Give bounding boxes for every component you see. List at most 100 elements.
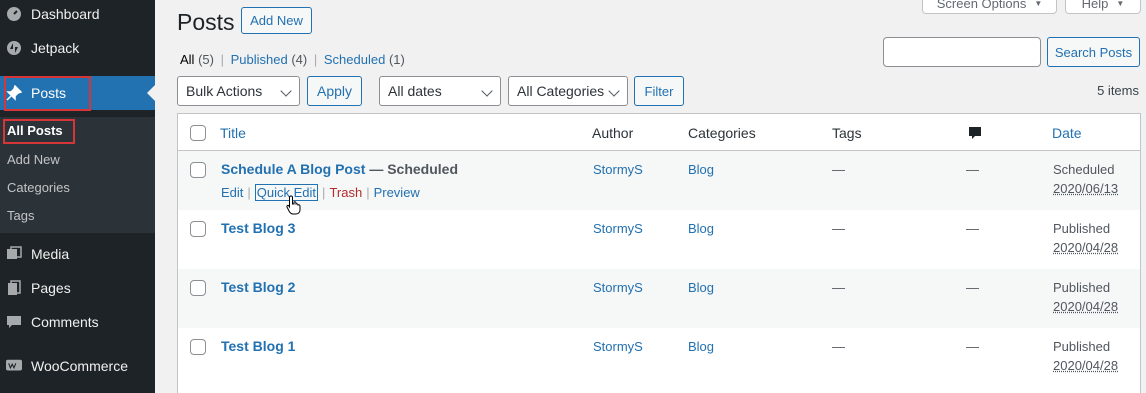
comments-cell: — — [966, 162, 979, 177]
date-value: 2020/04/28 — [1053, 299, 1118, 314]
screen-options-label: Screen Options — [937, 0, 1027, 11]
author-link[interactable]: StormyS — [593, 280, 643, 295]
row-checkbox[interactable] — [190, 162, 206, 178]
admin-sidebar: Dashboard Jetpack Posts All Posts Add Ne… — [0, 0, 155, 393]
tags-cell: — — [832, 280, 845, 295]
caret-down-icon: ▼ — [1034, 0, 1042, 8]
separator: | — [221, 52, 224, 67]
post-title-cell: Test Blog 1 — [221, 338, 295, 354]
row-checkbox[interactable] — [190, 280, 206, 296]
submenu-tags[interactable]: Tags — [7, 208, 34, 223]
post-title-link[interactable]: Test Blog 2 — [221, 279, 295, 295]
separator: | — [247, 185, 250, 200]
sidebar-item-label: Media — [31, 246, 69, 262]
table-row: Test Blog 3 StormyS Blog — — Published 2… — [178, 210, 1140, 269]
highlight-box-all-posts — [3, 119, 75, 144]
separator: | — [322, 185, 325, 200]
search-input[interactable] — [883, 37, 1041, 67]
comments-cell: — — [966, 339, 979, 354]
tags-cell: — — [832, 339, 845, 354]
sidebar-item-pages[interactable]: Pages — [0, 271, 155, 305]
category-link[interactable]: Blog — [688, 221, 714, 236]
submenu-add-new[interactable]: Add New — [7, 152, 60, 167]
sidebar-item-label: Comments — [31, 314, 99, 330]
sidebar-item-woocommerce[interactable]: WooCommerce — [0, 349, 155, 383]
post-title-cell: Test Blog 3 — [221, 220, 295, 236]
preview-link[interactable]: Preview — [374, 185, 420, 200]
column-tags: Tags — [832, 125, 862, 141]
filter-published-count: (4) — [291, 52, 307, 67]
posts-table: Title Author Categories Tags Date Schedu… — [177, 113, 1141, 393]
sidebar-item-label: Jetpack — [31, 40, 79, 56]
pages-icon — [6, 280, 22, 296]
category-link[interactable]: Blog — [688, 339, 714, 354]
categories-select[interactable]: All Categories — [508, 76, 628, 106]
search-posts-button[interactable]: Search Posts — [1047, 37, 1140, 67]
row-actions: Edit | Quick Edit | Trash | Preview — [221, 184, 420, 201]
column-date[interactable]: Date — [1052, 125, 1082, 141]
tags-cell: — — [832, 162, 845, 177]
column-categories: Categories — [688, 125, 756, 141]
submenu-categories[interactable]: Categories — [7, 180, 70, 195]
post-title-link[interactable]: Schedule A Blog Post — [221, 161, 365, 177]
filter-button[interactable]: Filter — [634, 76, 684, 106]
filter-scheduled-count: (1) — [389, 52, 405, 67]
sidebar-item-comments[interactable]: Comments — [0, 305, 155, 339]
edit-link[interactable]: Edit — [221, 185, 243, 200]
date-status: Published — [1053, 339, 1110, 354]
date-status: Scheduled — [1053, 162, 1114, 177]
add-new-button[interactable]: Add New — [241, 7, 312, 34]
category-link[interactable]: Blog — [688, 162, 714, 177]
filter-scheduled[interactable]: Scheduled — [324, 52, 385, 67]
category-link[interactable]: Blog — [688, 280, 714, 295]
date-value: 2020/04/28 — [1053, 240, 1118, 255]
column-author: Author — [592, 125, 633, 141]
filter-all[interactable]: All — [180, 52, 194, 67]
post-title-cell: Test Blog 2 — [221, 279, 295, 295]
select-all-checkbox[interactable] — [190, 125, 206, 141]
bulk-actions-select[interactable]: Bulk Actions — [177, 76, 300, 106]
post-title-link[interactable]: Test Blog 3 — [221, 220, 295, 236]
author-link[interactable]: StormyS — [593, 162, 643, 177]
row-checkbox[interactable] — [190, 221, 206, 237]
sidebar-item-label: Dashboard — [31, 6, 100, 22]
table-row: Schedule A Blog Post — Scheduled Edit | … — [178, 151, 1140, 210]
separator: | — [366, 185, 369, 200]
highlight-box-posts — [4, 76, 91, 111]
caret-down-icon: ▼ — [1116, 0, 1124, 8]
items-count: 5 items — [1097, 83, 1139, 98]
tags-cell: — — [832, 221, 845, 236]
author-link[interactable]: StormyS — [593, 221, 643, 236]
dashboard-icon — [6, 6, 22, 22]
dates-select[interactable]: All dates — [379, 76, 501, 106]
sidebar-item-jetpack[interactable]: Jetpack — [0, 31, 155, 65]
post-title-link[interactable]: Test Blog 1 — [221, 338, 295, 354]
post-state: — Scheduled — [365, 161, 458, 177]
chevron-down-icon — [608, 85, 619, 96]
categories-value: All Categories — [517, 83, 604, 99]
column-title[interactable]: Title — [220, 125, 246, 141]
apply-button[interactable]: Apply — [307, 76, 362, 106]
help-label: Help — [1082, 0, 1109, 11]
dates-value: All dates — [388, 83, 442, 99]
comments-icon — [6, 314, 22, 330]
chevron-down-icon — [280, 85, 291, 96]
author-link[interactable]: StormyS — [593, 339, 643, 354]
table-row: Test Blog 1 StormyS Blog — — Published 2… — [178, 328, 1140, 387]
row-checkbox[interactable] — [190, 339, 206, 355]
filter-published[interactable]: Published — [231, 52, 288, 67]
comments-cell: — — [966, 280, 979, 295]
jetpack-icon — [6, 40, 22, 56]
help-tab[interactable]: Help ▼ — [1065, 0, 1141, 14]
sidebar-item-dashboard[interactable]: Dashboard — [0, 0, 155, 31]
table-row: Test Blog 2 StormyS Blog — — Published 2… — [178, 269, 1140, 328]
screen-options-tab[interactable]: Screen Options ▼ — [922, 0, 1057, 14]
sidebar-item-media[interactable]: Media — [0, 237, 155, 271]
comment-bubble-icon — [968, 126, 982, 143]
table-header: Title Author Categories Tags Date — [178, 114, 1140, 151]
sidebar-item-label: Pages — [31, 280, 71, 296]
media-icon — [6, 246, 22, 262]
chevron-down-icon — [481, 85, 492, 96]
trash-link[interactable]: Trash — [329, 185, 362, 200]
post-status-filters: All (5) | Published (4) | Scheduled (1) — [180, 52, 405, 67]
